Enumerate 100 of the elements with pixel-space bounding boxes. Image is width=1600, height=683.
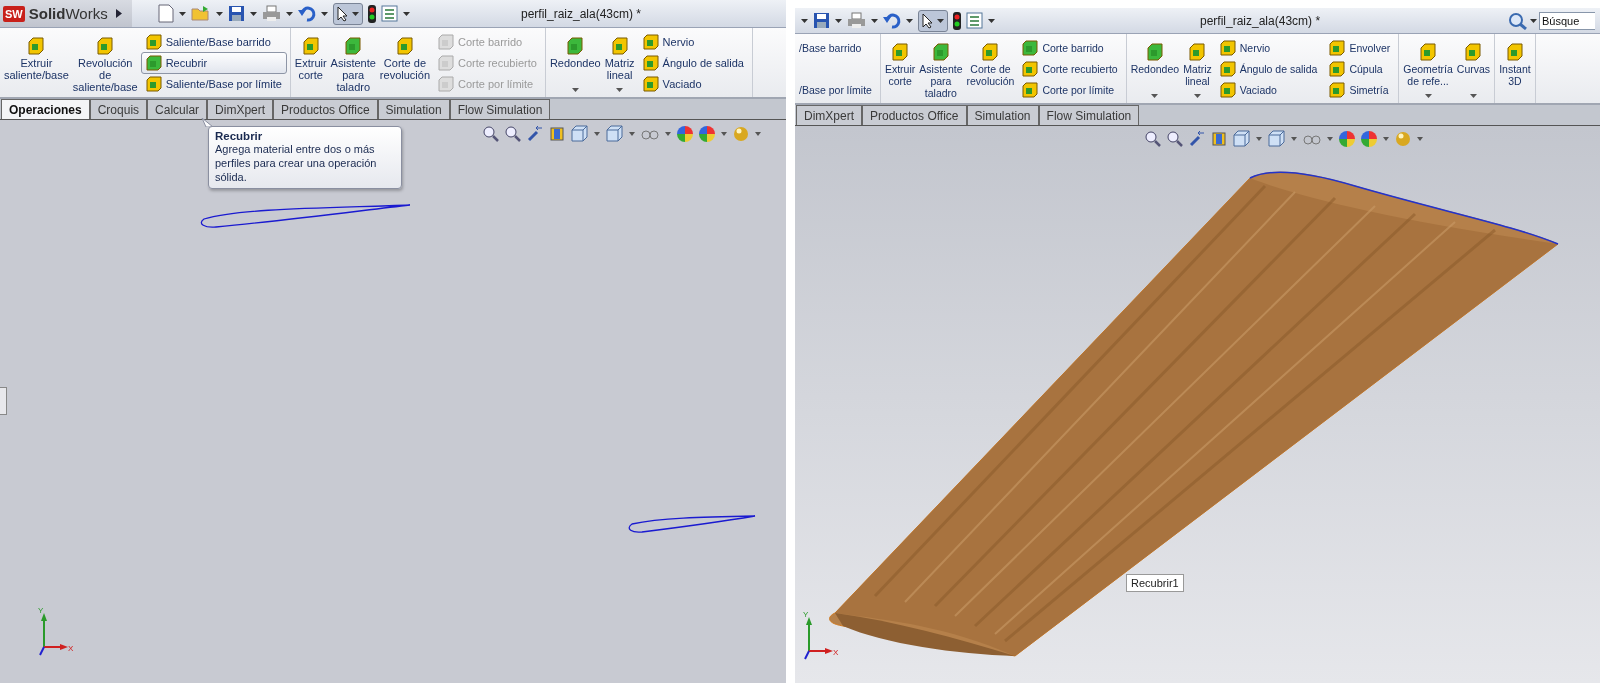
caret-icon[interactable]	[1256, 136, 1262, 141]
cube-icon[interactable]	[571, 125, 588, 142]
caret-icon[interactable]	[665, 131, 671, 136]
caret-icon[interactable]	[1383, 136, 1389, 141]
tab[interactable]: Flow Simulation	[1038, 105, 1140, 125]
caret-icon[interactable]	[801, 18, 808, 23]
caret-icon[interactable]	[1291, 136, 1297, 141]
tab[interactable]: Croquis	[89, 99, 148, 119]
glasses-icon[interactable]	[641, 127, 659, 140]
panel-handle[interactable]	[0, 387, 7, 415]
ribbon-button[interactable]: Asistente para taladro	[329, 31, 377, 95]
ribbon-button[interactable]: Extruir corte	[883, 37, 917, 101]
printer-icon[interactable]	[847, 12, 866, 29]
folder-icon[interactable]	[191, 5, 211, 22]
glasses-icon[interactable]	[1303, 132, 1321, 145]
tab[interactable]: Calcular	[147, 99, 208, 119]
ribbon-command[interactable]: Nervio	[1214, 37, 1323, 59]
ribbon-button[interactable]: Redondeo	[1129, 37, 1181, 101]
zoom-icon[interactable]	[1167, 130, 1183, 147]
zoom-icon[interactable]	[483, 125, 499, 142]
tab[interactable]: DimXpert	[796, 105, 862, 125]
caret-icon[interactable]	[835, 18, 842, 23]
checklist-icon[interactable]	[966, 12, 983, 29]
ribbon-button[interactable]: Matriz lineal	[1182, 37, 1213, 101]
search-field[interactable]: Búsque	[1539, 11, 1595, 30]
tab[interactable]: DimXpert	[207, 99, 274, 119]
ribbon-command[interactable]: Saliente/Base por límite	[140, 73, 287, 95]
caret-icon[interactable]	[571, 88, 579, 92]
caret-icon[interactable]	[594, 131, 600, 136]
caret-icon[interactable]	[250, 11, 257, 16]
ribbon-command[interactable]: Corte recubierto	[1017, 58, 1123, 80]
caret-icon[interactable]	[629, 131, 635, 136]
color-ball-icon[interactable]	[1361, 130, 1377, 147]
save-icon[interactable]	[813, 12, 830, 29]
ribbon-command[interactable]: Ángulo de salida	[637, 52, 749, 74]
tab[interactable]: Productos Office	[273, 99, 378, 119]
traffic-light-icon[interactable]	[368, 4, 376, 23]
tab[interactable]: Productos Office	[862, 105, 967, 125]
pen-arrow-icon[interactable]	[1189, 130, 1205, 147]
expand-icon[interactable]	[115, 9, 122, 18]
ribbon-command[interactable]: Nervio	[637, 31, 749, 53]
caret-icon[interactable]	[988, 18, 995, 23]
ribbon-command[interactable]: Envolver	[1324, 37, 1396, 59]
ribbon-command[interactable]: Saliente/Base barrido	[140, 31, 287, 53]
tab[interactable]: Operaciones	[1, 99, 90, 119]
pen-arrow-icon[interactable]	[527, 125, 543, 142]
caret-icon[interactable]	[179, 11, 186, 16]
ribbon-button[interactable]: Redondeo	[548, 31, 602, 95]
caret-icon[interactable]	[1327, 136, 1333, 141]
ribbon-button[interactable]: Corte de revolución	[378, 31, 431, 95]
ribbon-command[interactable]: /Base barrido	[798, 37, 877, 59]
caret-icon[interactable]	[721, 131, 727, 136]
traffic-light-icon[interactable]	[953, 11, 961, 30]
ribbon-command[interactable]: Recubrir	[140, 52, 287, 74]
ribbon-button[interactable]: Geometría de refe...	[1402, 37, 1454, 101]
color-ball-icon[interactable]	[677, 125, 693, 142]
new-document-icon[interactable]	[158, 4, 174, 23]
ribbon-button[interactable]: Asistente para taladro	[918, 37, 964, 101]
cube-icon[interactable]	[1268, 130, 1285, 147]
color-ball-icon[interactable]	[1339, 130, 1355, 147]
section-view-icon[interactable]	[549, 125, 565, 142]
caret-icon[interactable]	[616, 88, 624, 92]
printer-icon[interactable]	[262, 5, 281, 22]
select-button[interactable]	[918, 9, 948, 32]
ribbon-button[interactable]: Corte de revolución	[965, 37, 1016, 101]
caret-icon[interactable]	[286, 11, 293, 16]
app-logo[interactable]: SW SolidWorks	[0, 0, 132, 27]
zoom-icon[interactable]	[505, 125, 521, 142]
ribbon-button[interactable]: Extruir saliente/base	[3, 31, 70, 95]
tab[interactable]: Simulation	[377, 99, 450, 119]
ribbon-command[interactable]: Simetría	[1324, 79, 1396, 101]
cube-icon[interactable]	[1233, 130, 1250, 147]
caret-icon[interactable]	[1417, 136, 1423, 141]
section-view-icon[interactable]	[1211, 130, 1227, 147]
caret-icon[interactable]	[1424, 94, 1432, 98]
zoom-icon[interactable]	[1145, 130, 1161, 147]
caret-icon[interactable]	[871, 18, 878, 23]
caret-icon[interactable]	[1193, 94, 1201, 98]
ribbon-command[interactable]: /Base por límite	[798, 79, 877, 101]
tab[interactable]: Simulation	[966, 105, 1039, 125]
caret-icon[interactable]	[321, 11, 328, 16]
ribbon-button[interactable]: Revolución de saliente/base	[71, 31, 139, 95]
caret-icon[interactable]	[755, 131, 761, 136]
tab[interactable]: Flow Simulation	[449, 99, 551, 119]
save-icon[interactable]	[228, 5, 245, 22]
ribbon-button[interactable]: Extruir corte	[293, 31, 328, 95]
caret-icon[interactable]	[1151, 94, 1159, 98]
ribbon-button[interactable]: Curvas	[1455, 37, 1492, 101]
caret-icon[interactable]	[906, 18, 913, 23]
color-ball-icon[interactable]	[699, 125, 715, 142]
caret-icon[interactable]	[1470, 94, 1477, 98]
checklist-icon[interactable]	[381, 5, 398, 22]
caret-icon[interactable]	[403, 11, 410, 16]
ribbon-command[interactable]: Vaciado	[637, 73, 749, 95]
select-button[interactable]	[333, 2, 363, 25]
caret-icon[interactable]	[216, 11, 223, 16]
cube-icon[interactable]	[606, 125, 623, 142]
ribbon-command[interactable]: Corte por límite	[1017, 79, 1123, 101]
ribbon-command[interactable]: Vaciado	[1214, 79, 1323, 101]
ribbon-button[interactable]: Matriz lineal	[603, 31, 636, 95]
